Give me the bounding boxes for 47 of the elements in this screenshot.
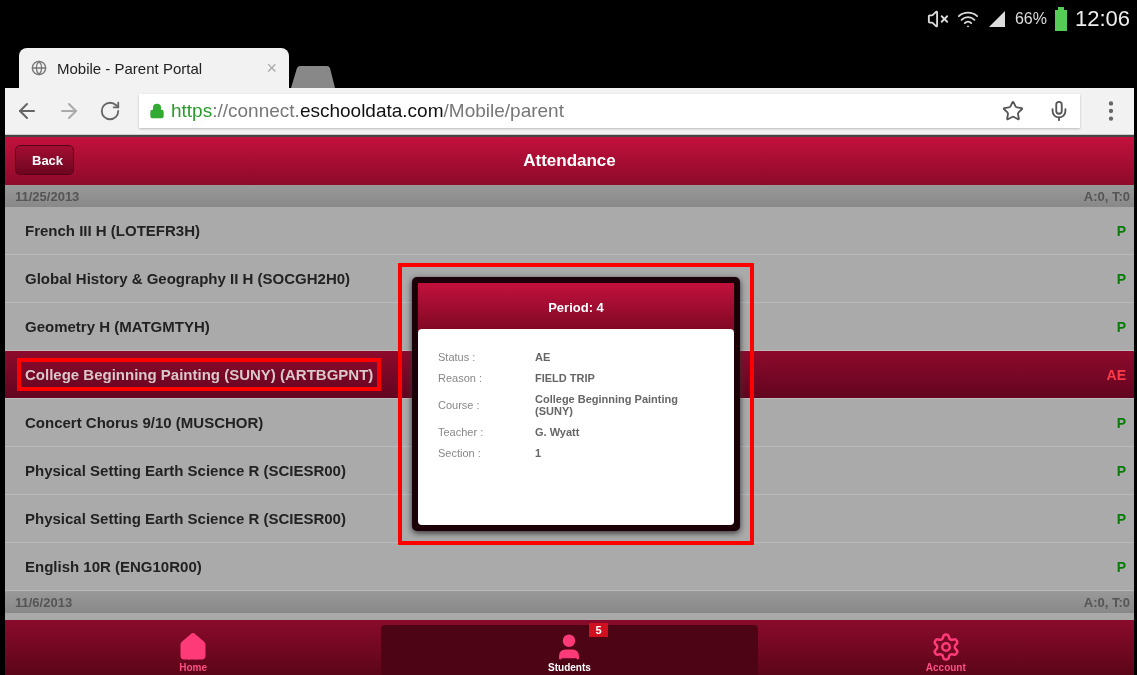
attendance-code: P <box>1116 222 1126 239</box>
field-value: 1 <box>535 447 543 459</box>
attendance-summary: A:0, T:0 <box>1083 188 1130 204</box>
course-name: Concert Chorus 9/10 (MUSCHOR) <box>24 413 265 433</box>
attendance-code: P <box>1116 414 1126 431</box>
battery-percent: 66% <box>1014 10 1047 28</box>
new-tab-button[interactable] <box>291 66 335 88</box>
count-badge: 5 <box>589 623 608 637</box>
tab-title: Mobile - Parent Portal <box>57 59 204 77</box>
date-text: 11/6/2013 <box>15 594 73 610</box>
field-label: Section : <box>438 447 482 459</box>
page-title: Attendance <box>523 151 616 171</box>
attendance-code: P <box>1116 270 1126 287</box>
back-button[interactable]: Back <box>15 145 75 175</box>
mute-icon <box>926 8 949 30</box>
star-icon[interactable] <box>1002 100 1024 122</box>
url-field[interactable]: https://connect.eschooldata.com/Mobile/parent <box>139 94 1080 128</box>
field-value: G. Wyatt <box>535 426 581 438</box>
course-name: French III H (LOTEFR3H) <box>24 221 201 241</box>
popup-title: Period: 4 <box>548 299 604 315</box>
date-text: 11/25/2013 <box>15 188 80 204</box>
attendance-code: P <box>1116 462 1126 479</box>
field-label: Reason : <box>438 372 484 384</box>
nav-tab[interactable]: Account <box>757 625 1134 675</box>
nav-tab[interactable]: Home <box>5 625 382 675</box>
clock: 12:06 <box>1074 6 1130 32</box>
field-value: AE <box>535 351 552 363</box>
nav-tab[interactable]: 5 Students <box>381 625 758 675</box>
field-label: Status : <box>438 351 477 363</box>
field-label: Teacher : <box>438 426 485 438</box>
attendance-code: P <box>1116 318 1126 335</box>
attendance-summary: A:0, T:0 <box>1083 594 1130 610</box>
course-name: Physical Setting Earth Science R (SCIESR00) <box>24 461 347 481</box>
course-name: Geometry H (MATGMTYH) <box>24 317 211 337</box>
field-label: Course : <box>438 399 481 411</box>
attendance-code: P <box>1116 510 1126 527</box>
course-name: Global History & Geography II H (SOCGH2H0) <box>24 269 352 289</box>
course-name: English 10R (ENG10R00) <box>24 557 203 577</box>
attendance-code: AE <box>1106 366 1126 383</box>
browser-tab[interactable]: Mobile - Parent Portal × <box>19 48 289 88</box>
field-value: FIELD TRIP <box>535 372 596 384</box>
attendance-code: P <box>1116 558 1126 575</box>
home-icon <box>178 632 209 662</box>
battery-icon <box>1054 7 1067 31</box>
reload-icon[interactable] <box>99 100 121 122</box>
course-name: Physical Setting Earth Science R (SCIESR00) <box>24 509 347 529</box>
globe-icon <box>31 60 47 76</box>
